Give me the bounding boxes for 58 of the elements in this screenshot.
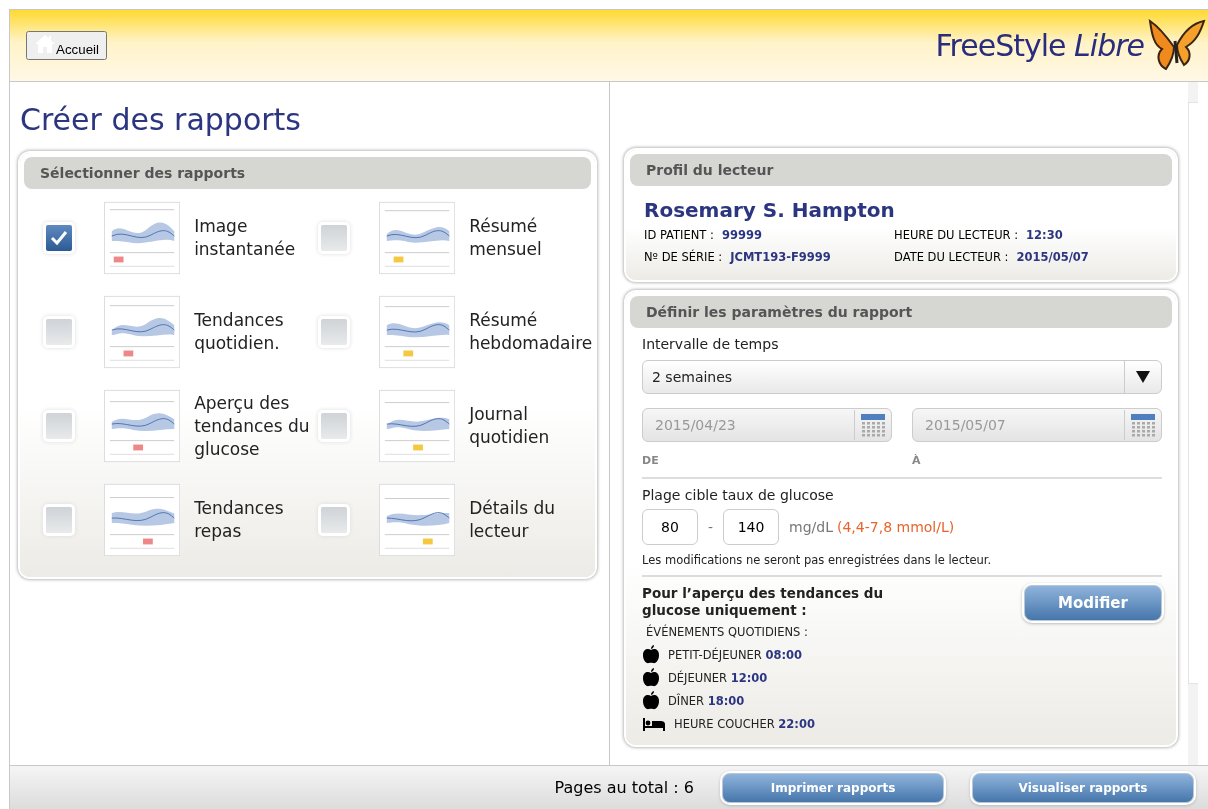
- event-text: HEURE COUCHER 22:00: [674, 716, 815, 731]
- field-label: Intervalle de temps: [642, 336, 780, 352]
- bed-icon: [642, 715, 666, 732]
- target-low-field[interactable]: 80: [642, 509, 698, 545]
- checkbox[interactable]: [321, 319, 347, 345]
- checkmark-icon: [50, 230, 68, 246]
- report-label: Tendances quotidien.: [194, 309, 285, 355]
- checkbox[interactable]: [321, 413, 347, 439]
- field-value: 2015/05/07: [1016, 250, 1089, 264]
- panel-title: Profil du lecteur: [630, 154, 1172, 186]
- report-label: Résumé hebdomadaire: [469, 309, 594, 355]
- event-text: DÉJEUNER 12:00: [668, 670, 768, 685]
- logo-text: FreeStyle Libre: [935, 28, 1144, 63]
- checkbox[interactable]: [46, 507, 72, 533]
- note-text: Les modifications ne seront pas enregistrées dans le lecteur.: [642, 553, 993, 567]
- patient-name: Rosemary S. Hampton: [644, 198, 896, 222]
- modify-button[interactable]: Modifier: [1024, 585, 1162, 621]
- field-label: ID PATIENT :: [644, 228, 714, 242]
- target-high-field[interactable]: 140: [723, 509, 780, 545]
- report-label: Résumé mensuel: [469, 215, 543, 261]
- checkbox[interactable]: [46, 413, 72, 439]
- events-label: ÉVÉNEMENTS QUOTIDIENS :: [646, 625, 809, 639]
- report-label: Image instantanée: [194, 215, 297, 261]
- field-value: 99999: [721, 228, 762, 242]
- range-separator: -: [708, 519, 714, 535]
- date-label: À: [912, 454, 922, 467]
- report-button[interactable]: Visualiser rapports: [972, 772, 1194, 803]
- checkbox[interactable]: [46, 225, 72, 251]
- report-button[interactable]: Imprimer rapports: [722, 772, 944, 803]
- field-label: Nº DE SÉRIE :: [644, 250, 723, 264]
- panel-title: Sélectionner des rapports: [24, 157, 591, 189]
- field-value: JCMT193-F9999: [730, 250, 831, 264]
- checkbox[interactable]: [321, 225, 347, 251]
- unit-label: mg/dL: [789, 519, 833, 535]
- home-button[interactable]: Accueil: [26, 31, 107, 60]
- apple-icon: [642, 645, 660, 664]
- unit-conversion: (4,4-7,8 mmol/L): [837, 519, 955, 535]
- time-range-dropdown[interactable]: 2 semaines: [642, 360, 1162, 394]
- report-label: Aperçu des tendances du glucose: [194, 391, 311, 461]
- event-text: PETIT-DÉJEUNER 08:00: [668, 647, 803, 662]
- field-label: HEURE DU LECTEUR :: [894, 228, 1019, 242]
- checkbox[interactable]: [321, 507, 347, 533]
- field-label: DATE DU LECTEUR :: [894, 250, 1009, 264]
- panel-title: Définir les paramètres du rapport: [630, 296, 1172, 328]
- report-label: Journal quotidien: [469, 403, 551, 449]
- field-value: 12:30: [1026, 228, 1063, 242]
- page-title: Créer des rapports: [20, 102, 302, 137]
- field-label: Plage cible taux de glucose: [642, 487, 835, 503]
- apple-icon: [642, 691, 660, 710]
- date-label: DE: [642, 454, 660, 467]
- page-total: Pages au total : 6: [554, 778, 694, 797]
- report-label: Tendances repas: [194, 497, 285, 543]
- event-text: DÎNER 18:00: [668, 693, 745, 708]
- checkbox[interactable]: [46, 319, 72, 345]
- section-heading: Pour l’aperçu des tendances du glucose uniquement :: [642, 585, 885, 619]
- apple-icon: [642, 668, 660, 687]
- scrollbar[interactable]: [1188, 102, 1198, 684]
- report-label: Détails du lecteur: [469, 497, 557, 543]
